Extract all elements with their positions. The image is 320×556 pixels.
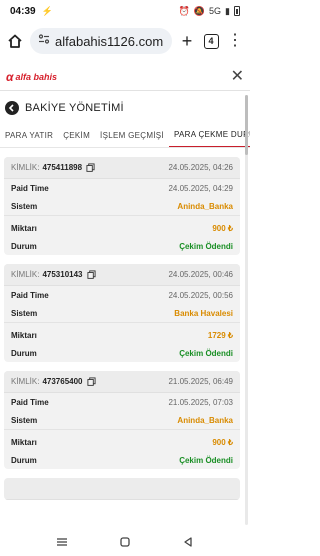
durum-row: Durum Çekim Ödendi — [4, 237, 240, 255]
transaction-card-partial — [4, 478, 240, 500]
network-label: 5G — [209, 6, 222, 16]
kimlik-label: KİMLİK: — [11, 270, 40, 279]
kimlik-label: KİMLİK: — [11, 377, 40, 386]
tab-para-cekme-durumu[interactable]: PARA ÇEKME DURUMU — [168, 124, 250, 147]
nav-recents-icon[interactable] — [55, 535, 69, 549]
status-icons: ⏰ 🔕 5G ▮ — [179, 6, 240, 17]
miktar-row: Miktarı 1729 ₺ — [4, 326, 240, 344]
kimlik-label: KİMLİK: — [11, 163, 40, 172]
url-text: alfabahis1126.com — [55, 33, 164, 49]
tab-islem-gecmisi[interactable]: İŞLEM GEÇMİŞİ — [95, 124, 169, 147]
paid-time-value: 24.05.2025, 04:29 — [168, 183, 233, 193]
logo-text: alfa bahis — [15, 72, 57, 82]
transaction-header: KİMLİK: 475310143 24.05.2025, 00:46 — [4, 264, 240, 286]
transaction-id: 473765400 — [42, 377, 83, 386]
overflow-menu-icon[interactable]: ⋮ — [226, 32, 244, 50]
close-icon[interactable]: ✕ — [231, 69, 244, 85]
sistem-value: Banka Havalesi — [174, 308, 233, 318]
durum-label: Durum — [11, 241, 37, 251]
transaction-card: KİMLİK: 475310143 24.05.2025, 00:46 Paid… — [4, 264, 240, 362]
paid-time-label: Paid Time — [11, 397, 49, 407]
mute-icon: 🔕 — [193, 5, 206, 16]
paid-time-label: Paid Time — [11, 183, 49, 193]
transaction-header — [4, 478, 240, 500]
durum-value: Çekim Ödendi — [179, 241, 233, 251]
address-bar[interactable]: alfabahis1126.com — [30, 28, 172, 54]
durum-value: Çekim Ödendi — [179, 455, 233, 465]
status-time: 04:39 — [10, 5, 36, 17]
paid-time-label: Paid Time — [11, 290, 49, 300]
tab-count: 4 — [203, 33, 219, 49]
copy-icon[interactable] — [86, 270, 96, 279]
copy-icon[interactable] — [86, 163, 95, 172]
transactions-list: KİMLİK: 475411898 24.05.2025, 04:26 Paid… — [4, 157, 240, 524]
sistem-row: Sistem Aninda_Banka — [4, 411, 240, 429]
transaction-card: KİMLİK: 473765400 21.05.2025, 06:49 Paid… — [4, 371, 240, 469]
transaction-header: KİMLİK: 475411898 24.05.2025, 04:26 — [4, 157, 240, 179]
durum-row: Durum Çekim Ödendi — [4, 344, 240, 362]
paid-time-row: Paid Time 21.05.2025, 07:03 — [4, 393, 240, 411]
durum-row: Durum Çekim Ödendi — [4, 451, 240, 469]
miktar-row: Miktarı 900 ₺ — [4, 433, 240, 451]
page-title-row: BAKİYE YÖNETİMİ — [5, 98, 124, 118]
nav-back-icon[interactable] — [181, 535, 195, 549]
site-logo[interactable]: α alfa bahis — [6, 70, 57, 84]
header-divider — [0, 90, 250, 91]
sistem-label: Sistem — [11, 415, 38, 425]
site-header: α alfa bahis ✕ — [0, 66, 250, 88]
signal-icon: ▮ — [225, 5, 230, 16]
sistem-row: Sistem Banka Havalesi — [4, 304, 240, 322]
back-arrow-icon[interactable] — [5, 101, 19, 115]
miktar-value: 900 ₺ — [212, 437, 233, 447]
home-icon[interactable] — [6, 32, 24, 50]
transaction-date: 24.05.2025, 04:26 — [168, 163, 233, 172]
sistem-row: Sistem Aninda_Banka — [4, 197, 240, 215]
tab-cekim[interactable]: ÇEKİM — [58, 124, 95, 147]
transaction-date: 21.05.2025, 06:49 — [168, 377, 233, 386]
miktar-row: Miktarı 900 ₺ — [4, 219, 240, 237]
sistem-label: Sistem — [11, 308, 38, 318]
paid-time-row: Paid Time 24.05.2025, 00:56 — [4, 286, 240, 304]
usb-icon: ⚡ — [41, 5, 53, 16]
tab-bar: PARA YATIR ÇEKİM İŞLEM GEÇMİŞİ PARA ÇEKM… — [0, 124, 250, 148]
miktar-label: Miktarı — [11, 437, 37, 447]
miktar-value: 1729 ₺ — [207, 330, 233, 340]
durum-label: Durum — [11, 348, 37, 358]
new-tab-icon[interactable]: + — [178, 31, 196, 51]
paid-time-row: Paid Time 24.05.2025, 04:29 — [4, 179, 240, 197]
transaction-card: KİMLİK: 475411898 24.05.2025, 04:26 Paid… — [4, 157, 240, 255]
browser-toolbar: alfabahis1126.com + 4 ⋮ — [0, 22, 250, 60]
page-title: BAKİYE YÖNETİMİ — [25, 102, 124, 114]
miktar-label: Miktarı — [11, 223, 37, 233]
scrollbar-thumb[interactable] — [245, 95, 248, 155]
alarm-icon: ⏰ — [178, 5, 190, 16]
sistem-value: Aninda_Banka — [177, 415, 233, 425]
transaction-date: 24.05.2025, 00:46 — [168, 270, 233, 279]
copy-icon[interactable] — [86, 377, 96, 386]
nav-home-icon[interactable] — [118, 535, 132, 549]
durum-label: Durum — [11, 455, 37, 465]
site-settings-icon[interactable] — [38, 32, 50, 50]
status-bar: 04:39 ⚡ ⏰ 🔕 5G ▮ — [0, 0, 250, 22]
paid-time-value: 21.05.2025, 07:03 — [168, 397, 233, 407]
tab-switcher-icon[interactable]: 4 — [202, 32, 220, 50]
scrollbar[interactable] — [245, 95, 248, 525]
battery-icon — [234, 6, 240, 16]
durum-value: Çekim Ödendi — [179, 348, 233, 358]
transaction-id: 475411898 — [42, 163, 83, 172]
sistem-value: Aninda_Banka — [177, 201, 233, 211]
transaction-id: 475310143 — [42, 270, 83, 279]
miktar-value: 900 ₺ — [212, 223, 233, 233]
transaction-header: KİMLİK: 473765400 21.05.2025, 06:49 — [4, 371, 240, 393]
logo-mark: α — [6, 70, 14, 84]
miktar-label: Miktarı — [11, 330, 37, 340]
sistem-label: Sistem — [11, 201, 38, 211]
system-nav-bar — [0, 528, 250, 556]
tab-para-yatir[interactable]: PARA YATIR — [0, 124, 58, 147]
paid-time-value: 24.05.2025, 00:56 — [168, 290, 233, 300]
